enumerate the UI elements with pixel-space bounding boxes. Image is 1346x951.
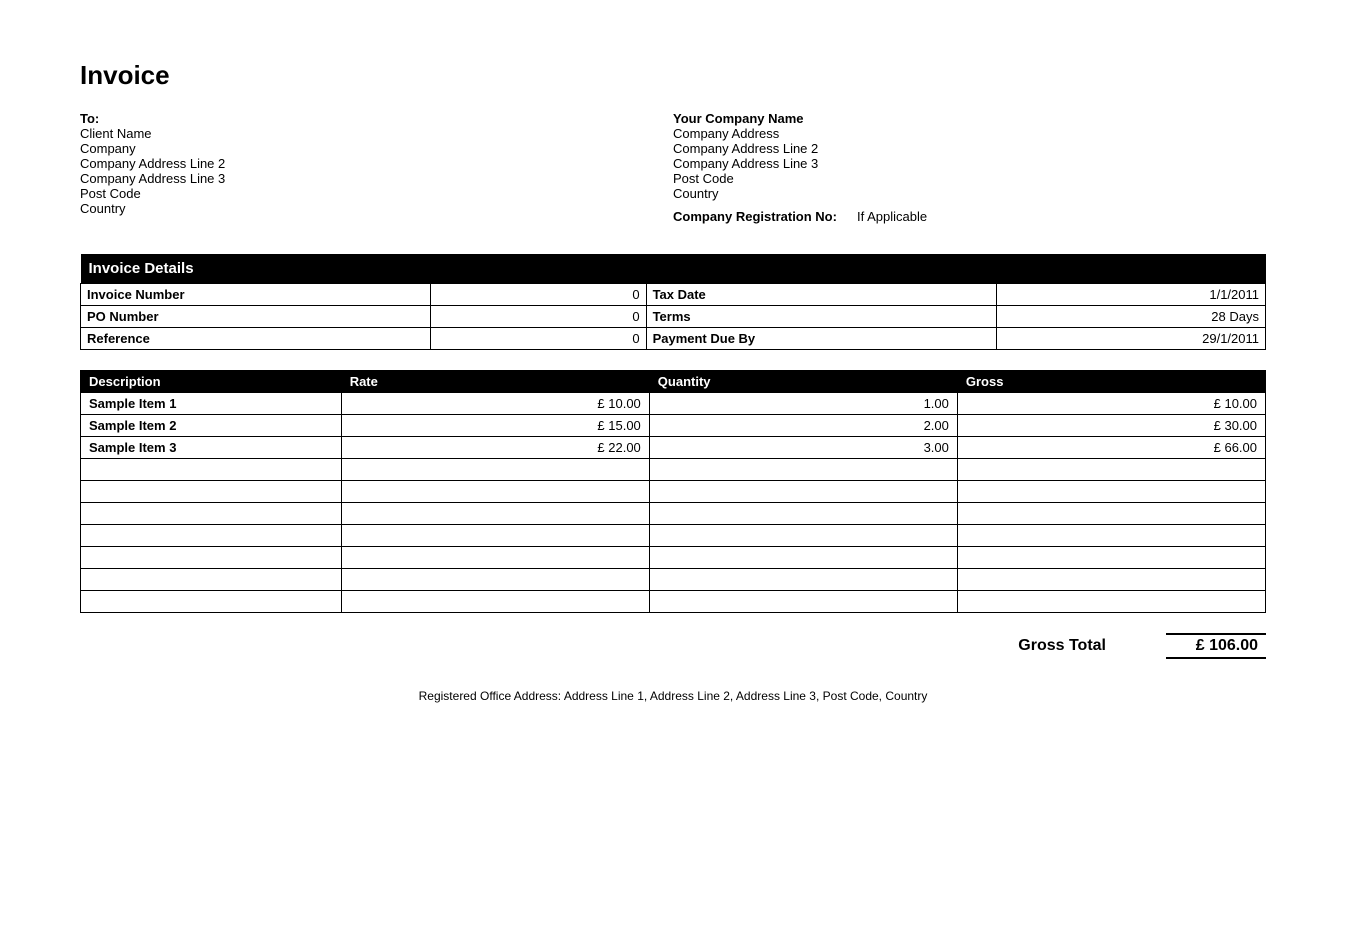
empty-desc <box>81 525 342 547</box>
gross-total-section: Gross Total £ 106.00 <box>80 633 1266 659</box>
empty-rate <box>341 525 649 547</box>
item-description: Sample Item 2 <box>81 415 342 437</box>
empty-qty <box>649 503 957 525</box>
terms-label: Terms <box>646 306 996 328</box>
payment-due-value: 29/1/2011 <box>996 328 1265 350</box>
empty-gross <box>957 569 1265 591</box>
empty-qty <box>649 459 957 481</box>
invoice-number-value: 0 <box>431 284 646 306</box>
empty-rate <box>341 569 649 591</box>
table-row-empty <box>81 525 1266 547</box>
col-description-header: Description <box>81 371 342 393</box>
client-country: Country <box>80 201 673 216</box>
client-company: Company <box>80 141 673 156</box>
gross-total-value: £ 106.00 <box>1166 633 1266 659</box>
empty-rate <box>341 591 649 613</box>
invoice-details-header: Invoice Details <box>81 254 1266 284</box>
terms-value: 28 Days <box>996 306 1265 328</box>
reference-value: 0 <box>431 328 646 350</box>
col-rate-header: Rate <box>341 371 649 393</box>
item-rate: £ 10.00 <box>341 393 649 415</box>
table-row-empty <box>81 591 1266 613</box>
table-row: Sample Item 2 £ 15.00 2.00 £ 30.00 <box>81 415 1266 437</box>
po-number-row: PO Number 0 Terms 28 Days <box>81 306 1266 328</box>
tax-date-value: 1/1/2011 <box>996 284 1265 306</box>
table-row-empty <box>81 547 1266 569</box>
item-description: Sample Item 3 <box>81 437 342 459</box>
empty-gross <box>957 525 1265 547</box>
company-post-code: Post Code <box>673 171 1266 186</box>
table-row-empty <box>81 569 1266 591</box>
empty-rate <box>341 459 649 481</box>
item-rate: £ 22.00 <box>341 437 649 459</box>
item-quantity: 1.00 <box>649 393 957 415</box>
item-gross: £ 30.00 <box>957 415 1265 437</box>
invoice-details-header-row: Invoice Details <box>81 254 1266 284</box>
company-reg-row: Company Registration No: If Applicable <box>673 209 1266 224</box>
col-quantity-header: Quantity <box>649 371 957 393</box>
invoice-number-label: Invoice Number <box>81 284 431 306</box>
empty-qty <box>649 569 957 591</box>
table-row: Sample Item 3 £ 22.00 3.00 £ 66.00 <box>81 437 1266 459</box>
payment-due-label: Payment Due By <box>646 328 996 350</box>
empty-desc <box>81 459 342 481</box>
client-address-line2: Company Address Line 2 <box>80 156 673 171</box>
company-name: Your Company Name <box>673 111 1266 126</box>
reference-label: Reference <box>81 328 431 350</box>
reference-row: Reference 0 Payment Due By 29/1/2011 <box>81 328 1266 350</box>
empty-gross <box>957 481 1265 503</box>
client-name: Client Name <box>80 126 673 141</box>
to-label: To: <box>80 111 673 126</box>
table-row: Sample Item 1 £ 10.00 1.00 £ 10.00 <box>81 393 1266 415</box>
empty-qty <box>649 591 957 613</box>
items-header-row: Description Rate Quantity Gross <box>81 371 1266 393</box>
empty-desc <box>81 569 342 591</box>
bill-to-section: To: Client Name Company Company Address … <box>80 111 673 224</box>
empty-desc <box>81 591 342 613</box>
company-country: Country <box>673 186 1266 201</box>
gross-total-inner: Gross Total £ 106.00 <box>1018 633 1266 659</box>
item-quantity: 2.00 <box>649 415 957 437</box>
client-post-code: Post Code <box>80 186 673 201</box>
invoice-details-table: Invoice Details Invoice Number 0 Tax Dat… <box>80 254 1266 350</box>
empty-gross <box>957 459 1265 481</box>
items-table: Description Rate Quantity Gross Sample I… <box>80 370 1266 613</box>
empty-gross <box>957 503 1265 525</box>
invoice-number-row: Invoice Number 0 Tax Date 1/1/2011 <box>81 284 1266 306</box>
empty-gross <box>957 547 1265 569</box>
po-number-label: PO Number <box>81 306 431 328</box>
company-reg-label: Company Registration No: <box>673 209 837 224</box>
company-reg-value: If Applicable <box>857 209 927 224</box>
company-address: Company Address <box>673 126 1266 141</box>
empty-qty <box>649 481 957 503</box>
col-gross-header: Gross <box>957 371 1265 393</box>
company-address-line2: Company Address Line 2 <box>673 141 1266 156</box>
item-quantity: 3.00 <box>649 437 957 459</box>
empty-rate <box>341 547 649 569</box>
empty-qty <box>649 525 957 547</box>
tax-date-label: Tax Date <box>646 284 996 306</box>
item-rate: £ 15.00 <box>341 415 649 437</box>
item-gross: £ 66.00 <box>957 437 1265 459</box>
invoice-title: Invoice <box>80 60 1266 91</box>
table-row-empty <box>81 503 1266 525</box>
item-description: Sample Item 1 <box>81 393 342 415</box>
empty-rate <box>341 503 649 525</box>
table-row-empty <box>81 459 1266 481</box>
client-address-line3: Company Address Line 3 <box>80 171 673 186</box>
company-address-line3: Company Address Line 3 <box>673 156 1266 171</box>
footer: Registered Office Address: Address Line … <box>80 689 1266 703</box>
empty-desc <box>81 547 342 569</box>
empty-rate <box>341 481 649 503</box>
empty-desc <box>81 503 342 525</box>
company-info-section: Your Company Name Company Address Compan… <box>673 111 1266 224</box>
table-row-empty <box>81 481 1266 503</box>
empty-gross <box>957 591 1265 613</box>
empty-qty <box>649 547 957 569</box>
empty-desc <box>81 481 342 503</box>
item-gross: £ 10.00 <box>957 393 1265 415</box>
gross-total-label: Gross Total <box>1018 637 1106 655</box>
po-number-value: 0 <box>431 306 646 328</box>
header-section: To: Client Name Company Company Address … <box>80 111 1266 224</box>
